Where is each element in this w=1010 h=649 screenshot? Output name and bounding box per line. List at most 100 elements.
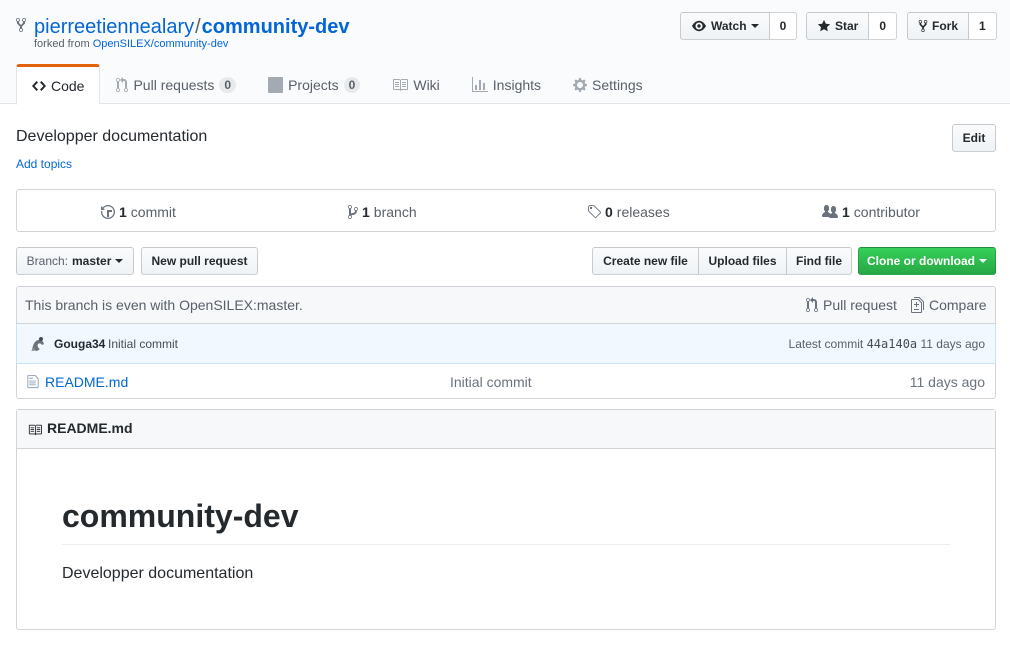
readme-title: README.md [47,420,133,436]
readme-heading: community-dev [62,496,950,545]
numbers-summary: 1 commit 1 branch 0 releases 1 contribut… [16,189,996,232]
repo-owner-link[interactable]: pierreetiennealary [34,16,194,38]
branch-select-button[interactable]: Branch: master [16,247,134,275]
file-navigation: Branch: master New pull request Create n… [0,247,1010,275]
tab-insights[interactable]: Insights [456,64,557,104]
forked-from-line: forked from OpenSILEX/community-dev [34,38,228,50]
releases-link[interactable]: 0 releases [587,190,670,233]
history-icon [101,204,115,220]
star-label: Star [835,19,859,33]
repo-header: pierreetiennealary/community-dev forked … [0,0,1010,105]
watch-group: Watch 0 [680,12,798,40]
commits-count: 1 [119,203,127,220]
project-icon [268,77,284,93]
tab-label: Pull requests [133,77,215,93]
tab-settings[interactable]: Settings [557,64,659,104]
gear-icon [573,77,588,93]
star-button[interactable]: Star [806,12,870,40]
chevron-down-icon [750,24,759,28]
avatar[interactable] [29,335,47,353]
star-icon [817,19,831,32]
pull-request-label: Pull request [823,297,897,313]
star-group: Star 0 [806,12,898,40]
edit-description-button[interactable]: Edit [952,124,996,152]
branches-link[interactable]: 1 branch [348,190,417,233]
pull-request-icon [116,77,129,93]
commits-label: commit [130,203,176,220]
watch-button[interactable]: Watch [680,12,770,40]
contributors-label: contributor [853,203,920,220]
tab-label: Projects [288,77,339,93]
tab-code[interactable]: Code [16,64,101,105]
releases-count: 0 [605,203,613,220]
fork-count[interactable]: 1 [969,12,997,40]
clone-label: Clone or download [867,254,975,268]
compare-label: Compare [929,297,987,313]
releases-label: releases [616,203,670,220]
tab-wiki[interactable]: Wiki [376,64,455,104]
latest-commit-prefix: Latest commit [788,337,864,351]
branch-prefix: Branch: [26,254,68,268]
file-name-link[interactable]: README.md [45,374,128,390]
chevron-down-icon [115,259,124,263]
repo-forked-icon [16,17,26,33]
tab-pull-requests[interactable]: Pull requests 0 [100,64,252,104]
watch-count[interactable]: 0 [769,12,798,40]
repo-title: pierreetiennealary/community-dev [15,15,349,39]
create-new-file-button[interactable]: Create new file [592,247,699,275]
repo-nav: Code Pull requests 0 Projects 0 Wiki Ins… [16,64,659,105]
tag-icon [587,204,601,220]
graph-icon [471,77,488,93]
commit-tease: Gouga34 Initial commit Latest commit 44a… [16,324,996,364]
fork-label: Fork [932,19,959,33]
pull-request-link[interactable]: Pull request [806,297,897,313]
commit-author-link[interactable]: Gouga34 [54,337,105,351]
branch-status-message: This branch is even with OpenSILEX:maste… [25,297,303,313]
eye-icon [692,20,706,32]
tab-projects[interactable]: Projects 0 [252,64,376,104]
commit-message-link[interactable]: Initial commit [108,337,178,351]
repo-forked-icon [918,19,928,33]
commit-age: 11 days ago [920,337,986,351]
compare-link[interactable]: Compare [911,297,987,313]
forked-from-prefix: forked from [34,38,90,50]
tab-label: Insights [492,77,542,93]
readme-header: README.md [17,410,995,449]
star-count[interactable]: 0 [869,12,898,40]
add-topics-link[interactable]: Add topics [16,157,72,171]
fork-group: Fork 1 [907,12,997,40]
readme-body: Developper documentation [62,565,254,582]
branch-name: master [72,254,112,268]
branches-label: branch [373,203,417,220]
tab-label: Code [51,77,85,94]
tab-counter: 0 [343,77,361,93]
commit-sha-link[interactable]: 44a140a [867,337,918,351]
tab-label: Wiki [413,77,440,93]
tab-counter: 0 [219,77,237,93]
repo-name-link[interactable]: community-dev [202,16,350,38]
code-icon [32,78,46,94]
fork-button[interactable]: Fork [907,12,970,40]
clone-or-download-button[interactable]: Clone or download [858,247,996,275]
tab-label: Settings [592,77,643,93]
repo-title-separator: / [195,16,201,38]
file-age: 11 days ago [909,374,985,390]
diff-icon [911,297,924,313]
contributors-link[interactable]: 1 contributor [822,190,920,233]
upload-files-button[interactable]: Upload files [698,247,787,275]
organization-icon [822,204,838,220]
readme-panel: README.md community-dev Developper docum… [16,409,996,630]
file-commit-message-link[interactable]: Initial commit [450,374,532,390]
branch-infobar: This branch is even with OpenSILEX:maste… [16,286,996,324]
branches-count: 1 [362,203,370,220]
forked-from-link[interactable]: OpenSILEX/community-dev [93,38,229,50]
watch-label: Watch [711,19,747,33]
pull-request-icon [806,297,818,313]
commits-link[interactable]: 1 commit [101,190,176,233]
find-file-button[interactable]: Find file [786,247,852,275]
chevron-down-icon [979,259,987,263]
contributors-count: 1 [842,203,850,220]
repo-description: Developper documentation [16,128,208,145]
new-pull-request-button[interactable]: New pull request [141,247,258,275]
file-icon [27,374,39,389]
